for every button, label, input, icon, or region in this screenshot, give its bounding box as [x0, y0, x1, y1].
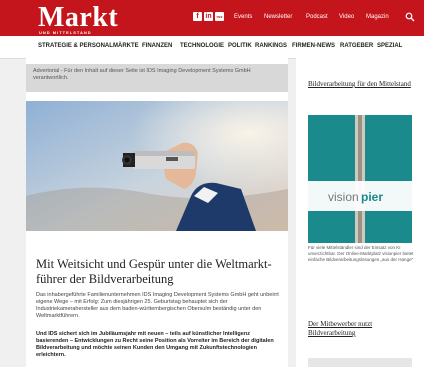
nav-firmen-news[interactable]: FIRMEN-NEWS [292, 43, 335, 49]
nav-finanzen[interactable]: FINANZEN [142, 43, 172, 49]
advertorial-text: Advertorial - Für den Inhalt auf dieser … [33, 68, 251, 81]
nav-rankings[interactable]: RANKINGS [255, 43, 287, 49]
advertorial-notice: Advertorial - Für den Inhalt auf dieser … [26, 64, 288, 92]
logo-tagline: UND MITTELSTAND [39, 30, 92, 35]
ad-brand-vision: vision [328, 190, 359, 204]
sidebar-thumbnail[interactable] [308, 358, 412, 367]
article-intro: Das inhabergeführte Familienunternehmen … [36, 292, 279, 319]
facebook-icon[interactable]: f [193, 12, 202, 21]
main-navigation: STRATEGIE & PERSONAL MÄRKTE FINANZEN TEC… [0, 36, 424, 59]
nav-ratgeber[interactable]: RATGEBER [340, 43, 373, 49]
nav-maerkte[interactable]: MÄRKTE [113, 43, 139, 49]
nav-video[interactable]: Video [339, 14, 354, 20]
nav-magazin[interactable]: Magazin [366, 14, 389, 20]
article-lead: Und IDS sichert sich im Jubiläumsjahr mi… [36, 331, 274, 358]
sidebar-ad-text: Für viele Mittelständler sind der Einsat… [308, 245, 414, 262]
main-content: Advertorial - Für den Inhalt auf dieser … [26, 58, 288, 367]
nav-events[interactable]: Events [234, 14, 252, 20]
visionpier-ad[interactable]: vision pier [308, 115, 412, 243]
ad-brand-pier: pier [361, 190, 383, 204]
site-logo[interactable]: Markt [38, 4, 118, 32]
nav-strategie[interactable]: STRATEGIE & PERSONAL [38, 43, 113, 49]
hero-image [26, 101, 288, 231]
sidebar-title-2[interactable]: Der Mitbewerber nutzt Bildverarbeitung [308, 320, 418, 338]
sidebar-title-1[interactable]: Bildverarbeitung für den Mittelstand [308, 80, 418, 89]
sidebar: Bildverarbeitung für den Mittelstand vis… [296, 58, 424, 367]
nav-politik[interactable]: POLITIK [228, 43, 252, 49]
visionpier-ad-image: vision pier [308, 115, 412, 243]
nav-podcast[interactable]: Podcast [306, 14, 328, 20]
linkedin-icon[interactable]: in [204, 12, 213, 21]
search-icon[interactable] [405, 12, 415, 22]
nav-technologie[interactable]: TECHNOLOGIE [180, 43, 224, 49]
article-title[interactable]: Mit Weitsicht und Gespür unter die Weltm… [36, 257, 286, 287]
rss-icon[interactable]: rss [215, 12, 224, 21]
nav-newsletter[interactable]: Newsletter [264, 14, 292, 20]
top-header: Markt UND MITTELSTAND f in rss Events Ne… [0, 0, 424, 36]
nav-spezial[interactable]: SPEZIAL [377, 43, 402, 49]
